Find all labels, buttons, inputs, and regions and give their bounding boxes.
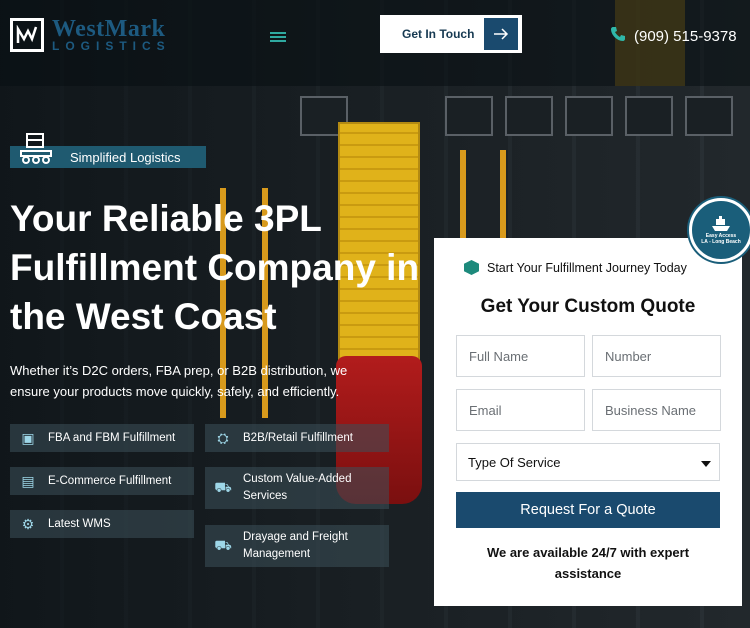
simplified-logistics-badge: Simplified Logistics xyxy=(10,133,206,168)
form-eyebrow-text: Start Your Fulfillment Journey Today xyxy=(487,260,687,275)
service-drayage-freight[interactable]: ⛟ Drayage and Freight Management xyxy=(205,525,389,567)
service-value-added[interactable]: ⛟ Custom Value-Added Services xyxy=(205,467,389,509)
caret-down-icon xyxy=(701,455,711,470)
handshake-icon: ⛭ xyxy=(217,429,229,446)
service-label: Custom Value-Added Services xyxy=(243,473,352,502)
dock-line xyxy=(460,150,466,240)
seal-line2: LA - Long Beach xyxy=(701,239,741,245)
dock-line xyxy=(500,150,506,240)
service-type-select[interactable]: Type Of Service xyxy=(456,443,720,481)
full-name-input[interactable]: Full Name xyxy=(456,335,585,377)
availability-text: We are available 24/7 with expert assist… xyxy=(486,545,690,581)
loading-bay xyxy=(685,96,733,136)
ship-icon xyxy=(712,216,730,231)
email-input[interactable]: Email xyxy=(456,389,585,431)
service-b2b-retail[interactable]: ⛭ B2B/Retail Fulfillment xyxy=(205,424,389,452)
service-fba-fbm[interactable]: ▣ FBA and FBM Fulfillment xyxy=(10,424,194,452)
loading-bay xyxy=(505,96,553,136)
phone-link[interactable]: (909) 515-9378 xyxy=(610,26,737,47)
logo-tagline: LOGISTICS xyxy=(52,39,171,53)
delivery-cart-icon xyxy=(18,130,54,166)
arrow-right-icon xyxy=(484,18,518,50)
logo-mark-icon xyxy=(10,18,44,52)
service-type-value: Type Of Service xyxy=(468,454,561,470)
service-label: Latest WMS xyxy=(48,518,111,530)
loading-bay xyxy=(445,96,493,136)
hero-subtitle: Whether it’s D2C orders, FBA prep, or B2… xyxy=(10,363,348,399)
service-label: E-Commerce Fulfillment xyxy=(48,475,172,487)
business-name-input[interactable]: Business Name xyxy=(592,389,721,431)
logo[interactable]: WestMark LOGISTICS xyxy=(10,16,171,53)
get-in-touch-button[interactable]: Get In Touch xyxy=(380,15,522,53)
phone-icon xyxy=(610,26,626,47)
menu-icon[interactable] xyxy=(270,30,286,44)
site-header: WestMark LOGISTICS Get In Touch (909) 51… xyxy=(0,0,750,86)
loading-bay xyxy=(625,96,673,136)
service-label: B2B/Retail Fulfillment xyxy=(243,432,353,444)
service-ecommerce[interactable]: ▤ E-Commerce Fulfillment xyxy=(10,467,194,495)
service-label: FBA and FBM Fulfillment xyxy=(48,432,176,444)
logo-name: WestMark xyxy=(52,16,166,42)
service-wms[interactable]: ⚙ Latest WMS xyxy=(10,510,194,538)
get-in-touch-label: Get In Touch xyxy=(402,27,475,41)
request-quote-button[interactable]: Request For a Quote xyxy=(456,492,720,528)
service-label: Drayage and Freight Management xyxy=(243,531,348,560)
phone-number: (909) 515-9378 xyxy=(634,28,737,45)
loading-bay xyxy=(565,96,613,136)
badge-label: Simplified Logistics xyxy=(70,149,181,165)
cube-icon xyxy=(464,260,479,275)
easy-access-seal: Easy Access LA - Long Beach xyxy=(689,198,750,262)
wms-icon: ⚙ xyxy=(21,515,35,532)
value-added-icon: ⛟ xyxy=(214,478,232,495)
form-title: Get Your Custom Quote xyxy=(480,296,696,317)
ecommerce-icon: ▤ xyxy=(21,472,35,489)
truck-icon: ⛟ xyxy=(214,536,232,553)
form-eyebrow: Start Your Fulfillment Journey Today xyxy=(464,260,687,275)
quote-form: Start Your Fulfillment Journey Today Get… xyxy=(434,238,742,606)
package-icon: ▣ xyxy=(21,429,35,446)
hero-title: Your Reliable 3PL Fulfillment Company in… xyxy=(10,198,420,337)
number-input[interactable]: Number xyxy=(592,335,721,377)
